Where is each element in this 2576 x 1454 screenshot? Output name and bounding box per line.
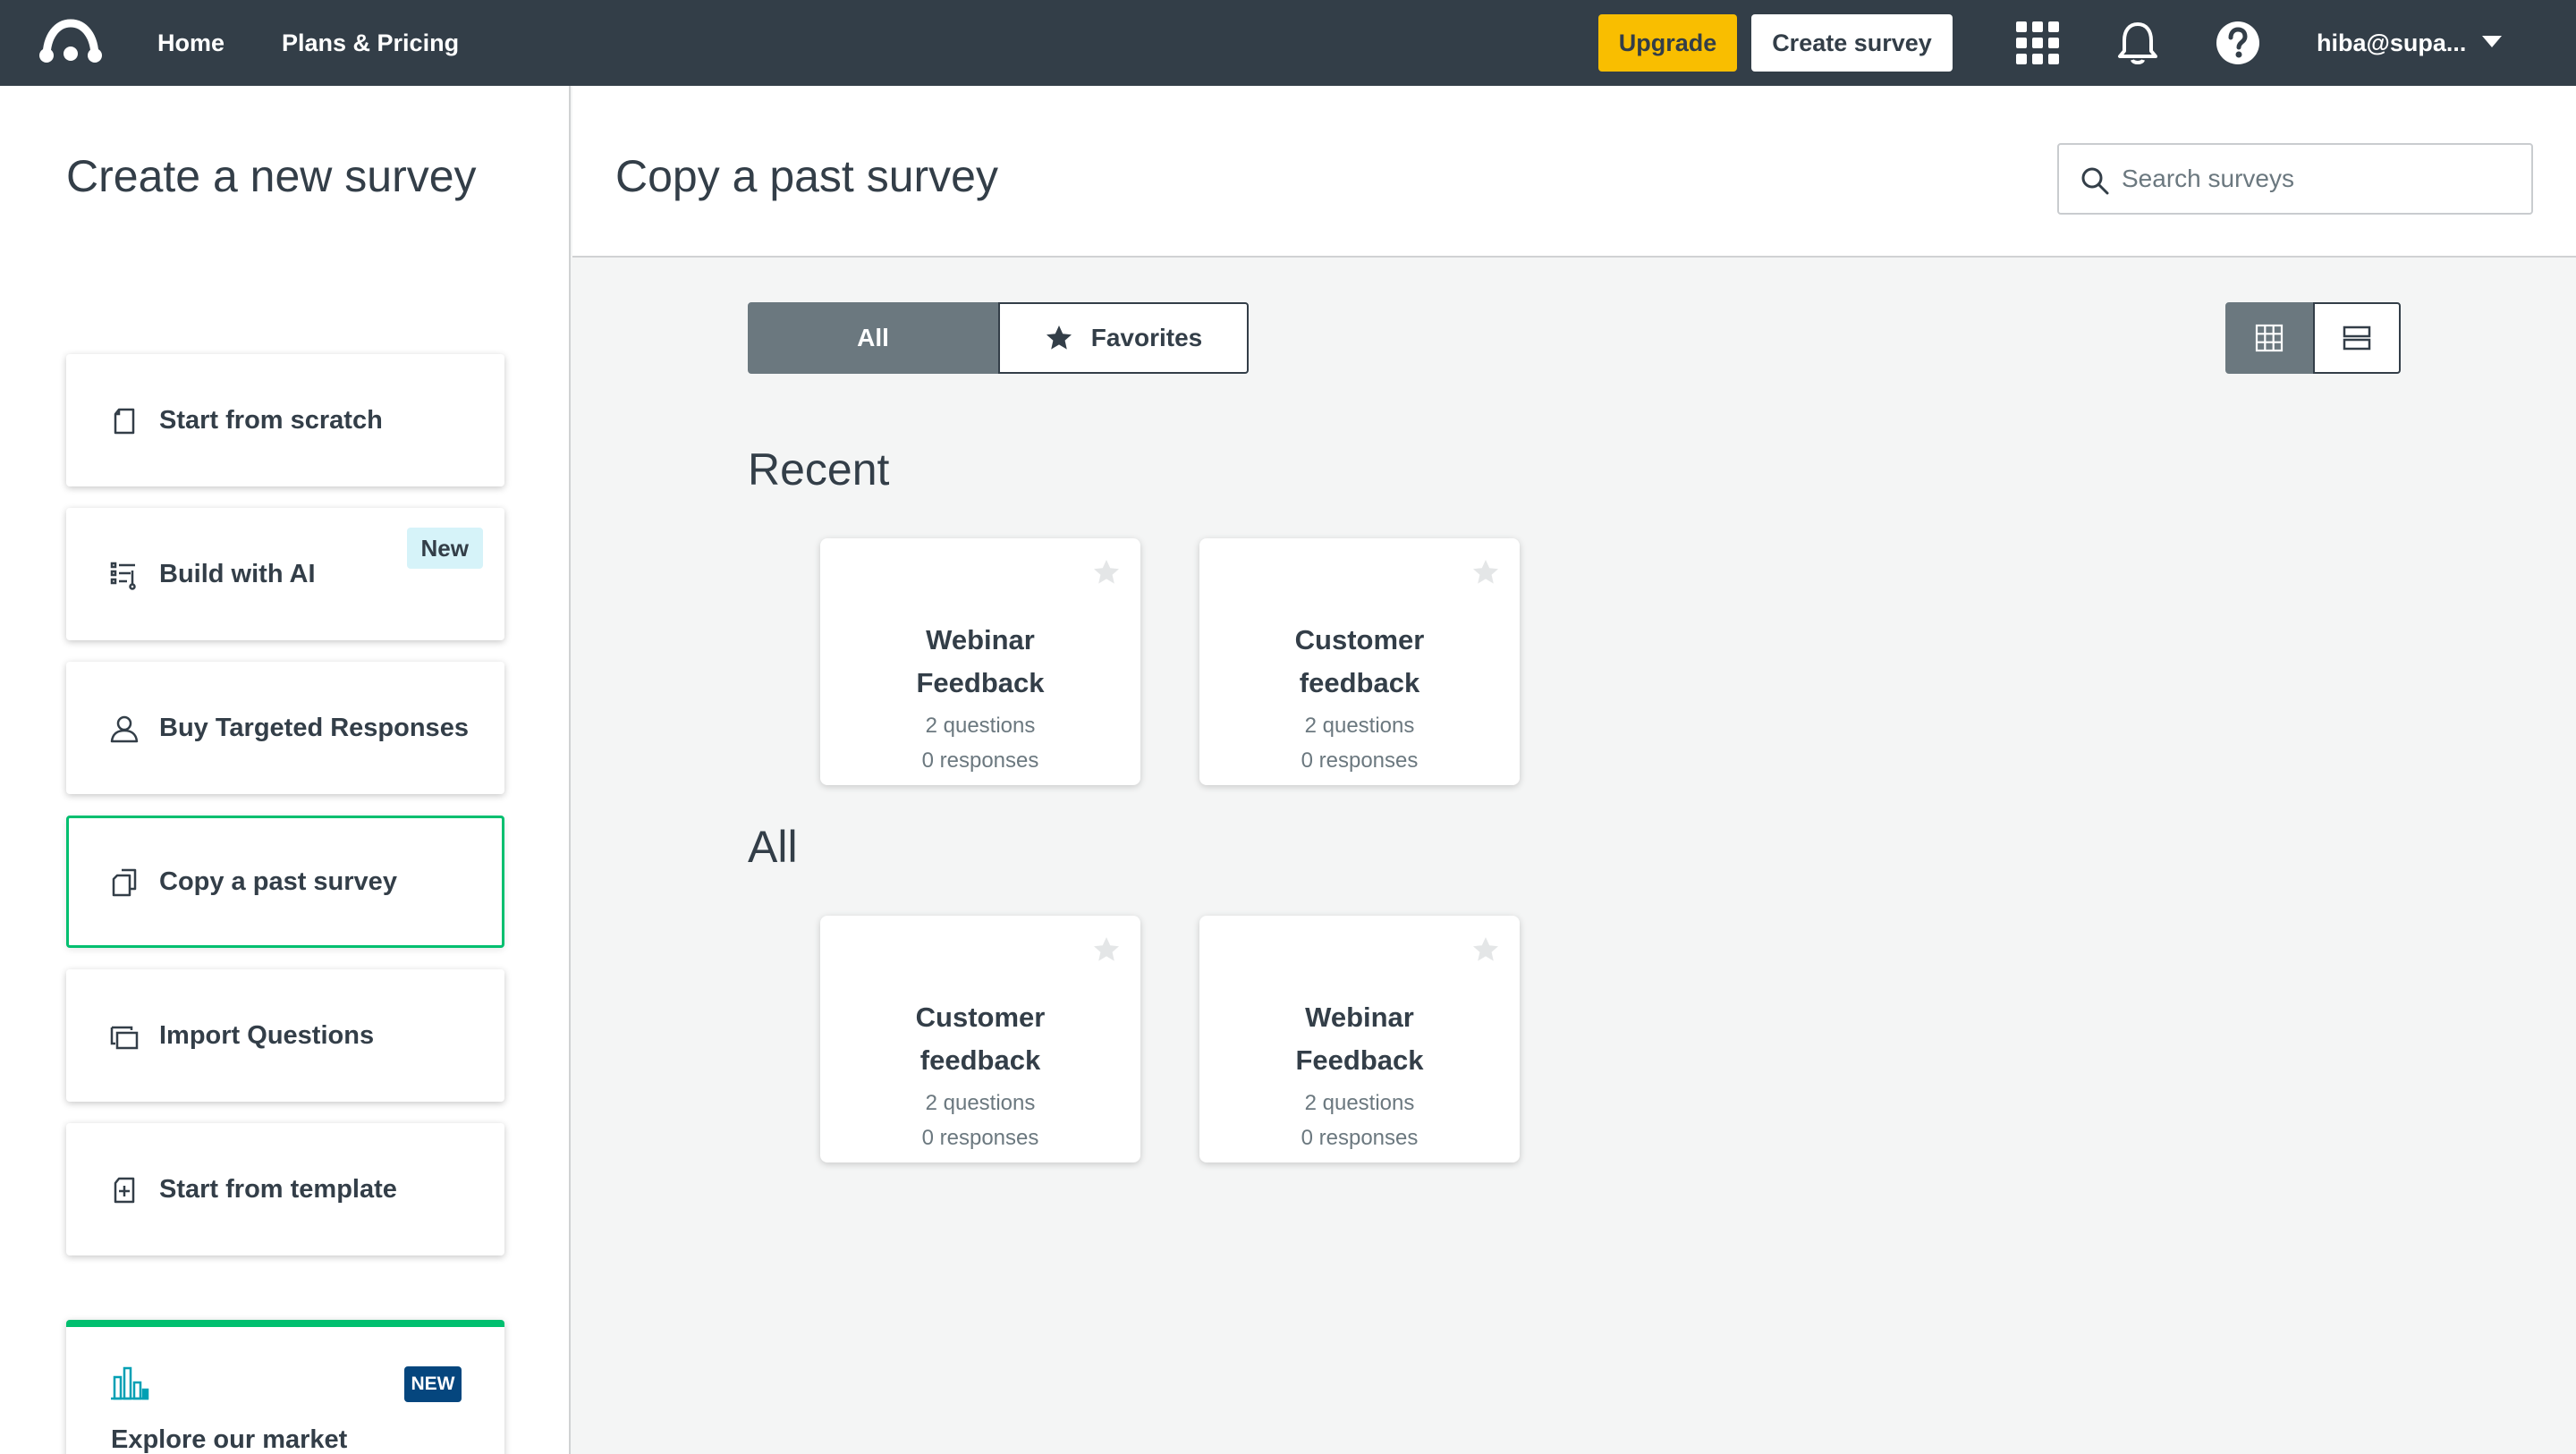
section-title-recent: Recent: [748, 444, 890, 495]
explore-market-label: Explore our market: [111, 1425, 348, 1454]
chevron-down-icon[interactable]: [2482, 36, 2502, 47]
main-header: Copy a past survey: [572, 86, 2576, 258]
question-count: 2 questions: [1304, 1091, 1415, 1115]
option-start-from-template[interactable]: Start from template: [66, 1123, 504, 1255]
filter-favorites-tab[interactable]: Favorites: [998, 302, 1249, 374]
section-title-all: All: [748, 822, 798, 872]
new-badge: New: [406, 528, 483, 569]
page-title: Copy a past survey: [615, 151, 998, 201]
top-navigation-bar: Home Plans & Pricing Upgrade Create surv…: [0, 0, 2576, 86]
search-box: [2057, 143, 2533, 215]
option-label: Start from scratch: [159, 406, 383, 435]
grid-view-button[interactable]: [2225, 302, 2313, 374]
question-count: 2 questions: [925, 714, 1036, 738]
new-badge: NEW: [404, 1366, 462, 1402]
import-icon: [110, 1026, 139, 1050]
survey-title: Customer feedback: [915, 1002, 1046, 1076]
bell-icon[interactable]: [2113, 18, 2163, 68]
survey-title: Customer feedback: [1294, 624, 1425, 698]
blank-page-icon: [114, 408, 135, 435]
search-icon: [2081, 167, 2109, 195]
option-label: Start from template: [159, 1175, 397, 1204]
star-icon[interactable]: [1471, 558, 1500, 587]
bar-chart-icon: [111, 1366, 149, 1400]
option-label: Build with AI: [159, 560, 316, 588]
survey-card[interactable]: Customer feedback 2 questions 0 response…: [1199, 538, 1520, 785]
survey-card[interactable]: Webinar Feedback 2 questions 0 responses: [1199, 916, 1520, 1162]
list-view-icon: [2343, 325, 2371, 351]
option-buy-targeted-responses[interactable]: Buy Targeted Responses: [66, 662, 504, 794]
nav-plans-pricing-link[interactable]: Plans & Pricing: [282, 0, 459, 86]
option-copy-past-survey[interactable]: Copy a past survey: [66, 816, 504, 948]
user-account-menu[interactable]: hiba@supa...: [2317, 0, 2466, 86]
response-count: 0 responses: [921, 748, 1039, 773]
survey-title: Webinar Feedback: [916, 624, 1045, 698]
create-survey-sidebar: Create a new survey Start from scratch B…: [0, 86, 571, 1454]
star-icon[interactable]: [1092, 935, 1121, 964]
option-label: Import Questions: [159, 1021, 375, 1050]
help-icon[interactable]: [2213, 18, 2263, 68]
copy-icon: [112, 868, 137, 897]
create-survey-button[interactable]: Create survey: [1751, 14, 1953, 72]
grid-view-icon: [2255, 324, 2284, 352]
option-import-questions[interactable]: Import Questions: [66, 969, 504, 1102]
template-icon: [114, 1177, 135, 1204]
option-build-with-ai[interactable]: Build with AI New: [66, 508, 504, 640]
ai-build-icon: [110, 562, 136, 590]
response-count: 0 responses: [1301, 1126, 1419, 1150]
explore-market-card[interactable]: NEW Explore our market: [66, 1320, 504, 1454]
survey-title: Webinar Feedback: [1295, 1002, 1424, 1076]
response-count: 0 responses: [921, 1126, 1039, 1150]
survey-card[interactable]: Webinar Feedback 2 questions 0 responses: [820, 538, 1140, 785]
survey-card[interactable]: Customer feedback 2 questions 0 response…: [820, 916, 1140, 1162]
response-count: 0 responses: [1301, 748, 1419, 773]
option-label: Buy Targeted Responses: [159, 714, 469, 742]
filter-all-tab[interactable]: All: [748, 302, 998, 374]
favorites-label: Favorites: [1090, 324, 1203, 351]
nav-home-link[interactable]: Home: [157, 0, 225, 86]
surveymonkey-logo-icon[interactable]: [38, 16, 104, 68]
list-view-button[interactable]: [2313, 302, 2401, 374]
option-start-from-scratch[interactable]: Start from scratch: [66, 354, 504, 486]
apps-grid-icon[interactable]: [2012, 18, 2063, 68]
upgrade-button[interactable]: Upgrade: [1598, 14, 1737, 72]
star-icon[interactable]: [1471, 935, 1500, 964]
option-label: Copy a past survey: [159, 867, 397, 896]
question-count: 2 questions: [925, 1091, 1036, 1115]
search-input[interactable]: [2122, 145, 2515, 213]
star-icon: [1046, 325, 1072, 350]
sidebar-title: Create a new survey: [66, 151, 477, 201]
star-icon[interactable]: [1092, 558, 1121, 587]
question-count: 2 questions: [1304, 714, 1415, 738]
person-icon: [110, 715, 139, 743]
